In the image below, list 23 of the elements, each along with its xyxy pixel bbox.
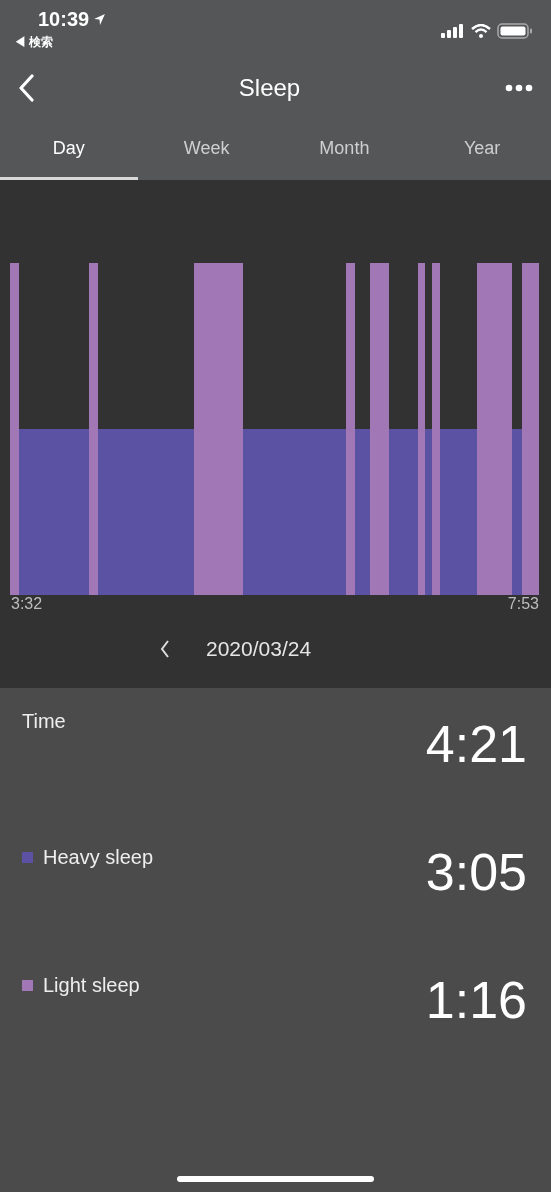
- page-title: Sleep: [238, 73, 301, 102]
- location-arrow-icon: [93, 13, 107, 26]
- end-time-label: 7:53: [507, 595, 539, 613]
- stat-value: 3:05: [425, 842, 527, 902]
- back-chevron-icon: [18, 73, 34, 102]
- tab[interactable]: Week: [137, 115, 276, 180]
- tab[interactable]: Month: [275, 115, 414, 180]
- back-to-app-link[interactable]: ◀ 検索: [14, 34, 107, 51]
- tab[interactable]: Year: [413, 115, 551, 180]
- start-time-label: 3:32: [11, 595, 43, 613]
- stat-value: 1:16: [425, 970, 527, 1030]
- stat-value: 4:21: [425, 714, 527, 774]
- more-icon: [505, 83, 533, 92]
- status-time: 10:39: [38, 8, 90, 31]
- battery-icon: [497, 23, 533, 39]
- stat-label: Time: [22, 710, 66, 733]
- stat-label: Heavy sleep: [43, 846, 154, 869]
- wifi-icon: [471, 24, 491, 38]
- stat-label: Light sleep: [43, 974, 140, 997]
- signal-icon: [441, 24, 465, 38]
- previous-day-button[interactable]: [158, 638, 172, 660]
- chevron-left-icon: [160, 640, 170, 658]
- date-label: 2020/03/24: [206, 637, 312, 661]
